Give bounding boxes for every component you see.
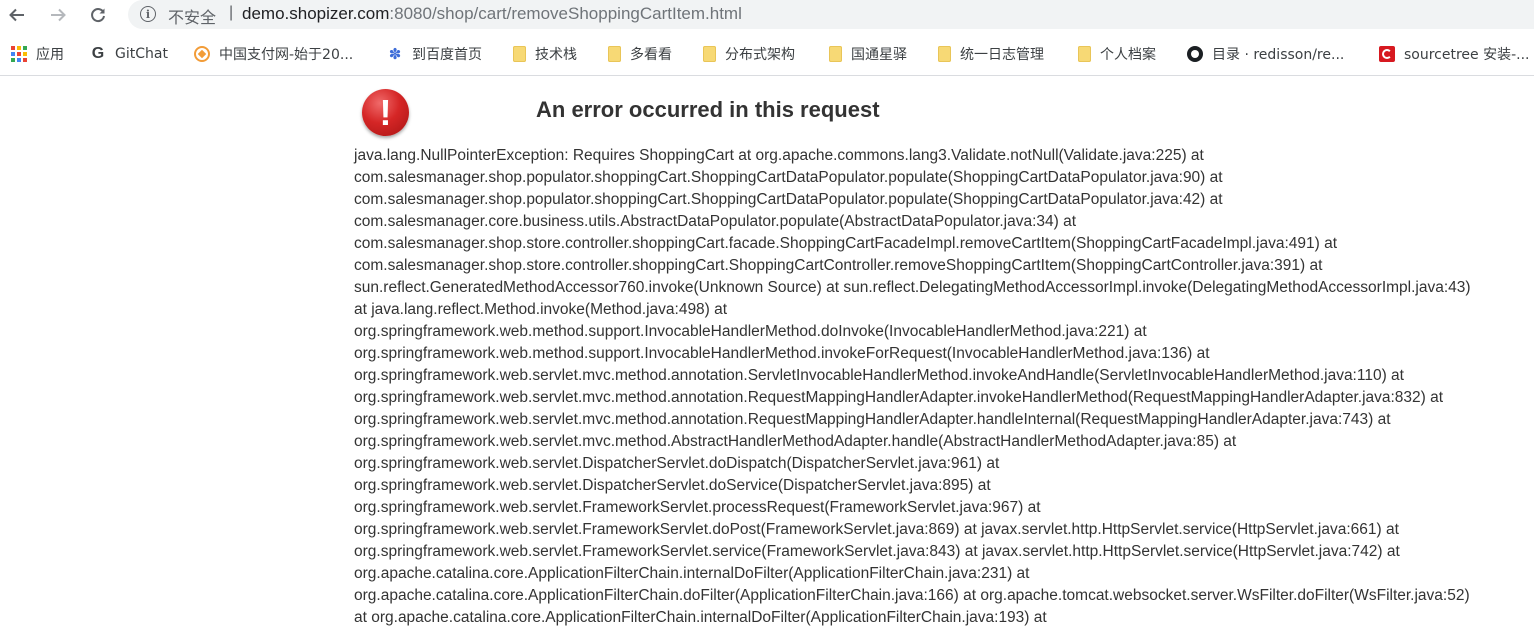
bookmark-label: 统一日志管理 [960,47,1044,63]
folder-icon [829,46,842,62]
url-text[interactable]: demo.shopizer.com:8080/shop/cart/removeS… [242,4,742,24]
stack-trace-line: at java.lang.reflect.Method.invoke(Metho… [354,301,728,318]
bookmark-label: 多看看 [630,47,672,63]
bookmark-apps[interactable]: 应用 [11,39,64,69]
stack-trace: java.lang.NullPointerException: Requires… [354,145,1534,629]
stack-trace-line: org.springframework.web.servlet.Dispatch… [354,477,991,494]
stack-trace-line: org.springframework.web.servlet.Dispatch… [354,455,1000,472]
url-host: demo.shopizer.com [242,4,390,23]
bookmark-folder-distributed[interactable]: 分布式架构 [703,39,795,69]
stack-trace-line: org.springframework.web.servlet.mvc.meth… [354,433,1237,450]
url-path: :8080/shop/cart/removeShoppingCartItem.h… [389,4,742,23]
stack-trace-line: sun.reflect.GeneratedMethodAccessor760.i… [354,279,1471,296]
bookmark-label: sourcetree 安装-... [1404,47,1530,63]
bookmark-label: 国通星驿 [851,47,907,63]
stack-trace-line: com.salesmanager.core.business.utils.Abs… [354,213,1077,230]
payment-site-icon [194,46,210,62]
stack-trace-line: org.apache.catalina.core.ApplicationFilt… [354,587,1470,604]
bookmark-label: 应用 [36,47,64,63]
reload-icon[interactable] [85,2,111,28]
sourcetree-icon [1379,46,1395,62]
stack-trace-line: at org.apache.catalina.core.ApplicationF… [354,609,1047,626]
stack-trace-line: org.springframework.web.servlet.Framewor… [354,521,1399,538]
bookmark-label: 个人档案 [1100,47,1156,63]
github-icon [1187,46,1203,62]
bookmark-payment-site[interactable]: 中国支付网-始于20... [194,39,353,69]
bookmark-folder-guotong[interactable]: 国通星驿 [829,39,907,69]
forward-arrow-icon[interactable] [45,2,71,28]
exclamation-icon: ! [362,89,409,136]
stack-trace-line: org.springframework.web.method.support.I… [354,323,1147,340]
stack-trace-line: org.springframework.web.method.support.I… [354,345,1210,362]
info-icon[interactable]: i [140,6,156,22]
apps-grid-icon [11,46,27,62]
folder-icon [1078,46,1091,62]
bookmark-folder-tech-stack[interactable]: 技术栈 [513,39,577,69]
stack-trace-line: org.apache.catalina.core.ApplicationFilt… [354,565,1030,582]
bookmark-label: GitChat [115,46,168,62]
bookmark-sourcetree[interactable]: sourcetree 安装-... [1379,39,1530,69]
g-icon: G [91,45,105,62]
stack-trace-line: org.springframework.web.servlet.Framewor… [354,499,1041,516]
folder-icon [608,46,621,62]
address-bar[interactable]: i 不安全 | demo.shopizer.com:8080/shop/cart… [128,0,1534,29]
bookmark-label: 到百度首页 [412,47,482,63]
omnibox-separator: | [229,4,234,21]
bookmarks-divider [0,75,1534,76]
bookmark-label: 分布式架构 [725,47,795,63]
stack-trace-line: org.springframework.web.servlet.mvc.meth… [354,411,1391,428]
stack-trace-line: org.springframework.web.servlet.Framewor… [354,543,1400,560]
folder-icon [703,46,716,62]
stack-trace-line: com.salesmanager.shop.store.controller.s… [354,235,1338,252]
stack-trace-line: com.salesmanager.shop.populator.shopping… [354,169,1223,186]
stack-trace-line: java.lang.NullPointerException: Requires… [354,147,1204,164]
stack-trace-line: com.salesmanager.shop.populator.shopping… [354,191,1223,208]
bookmark-label: 中国支付网-始于20... [219,47,354,63]
bookmark-label: 技术栈 [535,47,577,63]
stack-trace-line: org.springframework.web.servlet.mvc.meth… [354,389,1444,406]
stack-trace-line: org.springframework.web.servlet.mvc.meth… [354,367,1404,384]
exclamation-glyph: ! [379,91,392,133]
bookmark-label: 目录 · redisson/re... [1212,47,1345,63]
bookmark-redisson[interactable]: 目录 · redisson/re... [1187,39,1344,69]
page-title: An error occurred in this request [536,97,880,122]
bookmark-baidu[interactable]: ✽ 到百度首页 [387,39,482,69]
back-arrow-icon[interactable] [4,2,30,28]
browser-toolbar: i 不安全 | demo.shopizer.com:8080/shop/cart… [0,0,1534,30]
bookmark-folder-personal[interactable]: 个人档案 [1078,39,1156,69]
baidu-paw-icon: ✽ [388,45,402,63]
folder-icon [513,46,526,62]
stack-trace-line: com.salesmanager.shop.store.controller.s… [354,257,1323,274]
security-label[interactable]: 不安全 [168,4,216,28]
bookmark-folder-read-more[interactable]: 多看看 [608,39,672,69]
folder-icon [938,46,951,62]
bookmarks-bar: 应用 G GitChat 中国支付网-始于20... ✽ 到百度首页 技术栈 多… [0,39,1534,69]
bookmark-folder-logging[interactable]: 统一日志管理 [938,39,1044,69]
bookmark-gitchat[interactable]: G GitChat [90,39,168,69]
